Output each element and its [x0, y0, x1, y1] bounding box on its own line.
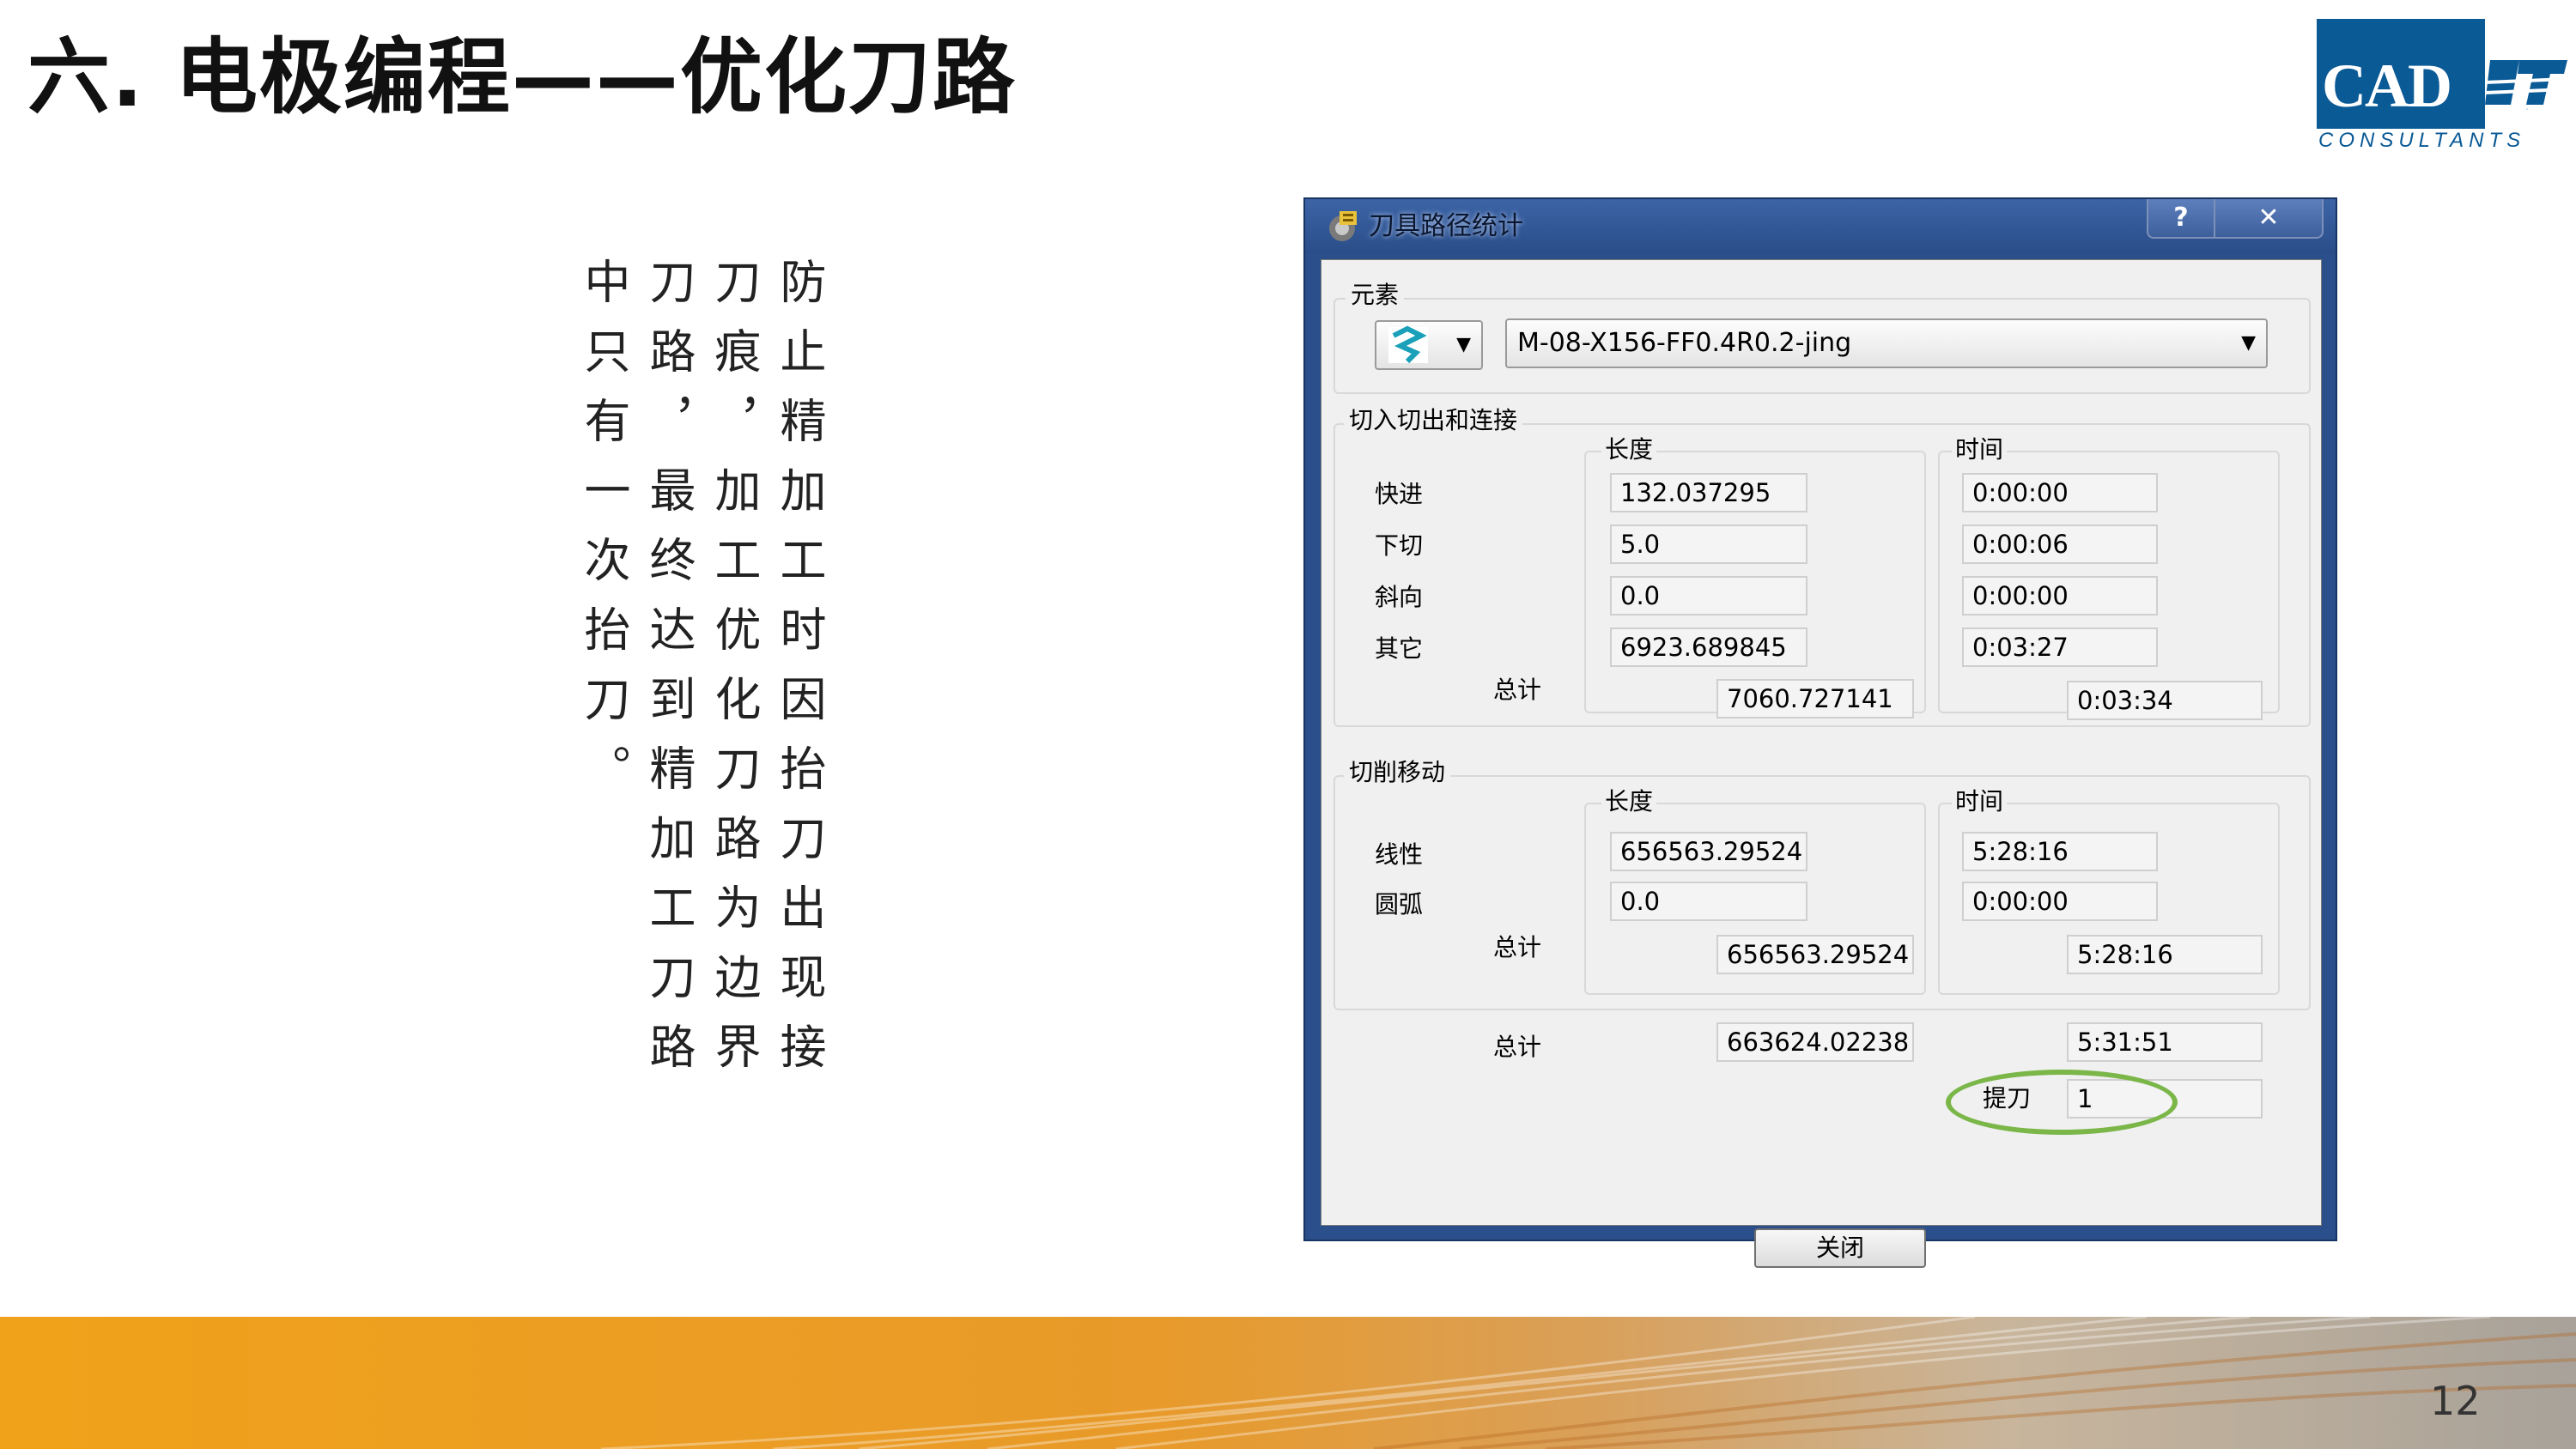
- dialog-title: 刀具路径统计: [1369, 211, 1523, 241]
- decorative-bottom-band: [0, 1317, 2576, 1449]
- ramp-time-field[interactable]: 0:00:00: [1962, 576, 2158, 615]
- chevron-down-icon: ▼: [2241, 332, 2256, 354]
- ramp-label: 斜向: [1375, 583, 1424, 611]
- cutting-time-header: 时间: [1952, 787, 2008, 816]
- grand-total-length-field[interactable]: 663624.02238: [1716, 1022, 1914, 1062]
- close-button[interactable]: 关闭: [1754, 1228, 1926, 1268]
- logo-suffix-mark: IT: [2485, 60, 2567, 111]
- page-number: 12: [2430, 1378, 2481, 1424]
- rapid-time-field[interactable]: 0:00:00: [1962, 473, 2158, 512]
- dialog-titlebar[interactable]: 刀具路径统计 ? ✕: [1305, 199, 2336, 254]
- arc-time-field[interactable]: 0:00:00: [1962, 882, 2158, 921]
- other-time-field[interactable]: 0:03:27: [1962, 627, 2158, 667]
- plunge-label: 下切: [1375, 531, 1424, 560]
- element-type-dropdown[interactable]: ▼: [1375, 320, 1483, 370]
- rapid-label: 快进: [1375, 480, 1424, 508]
- element-group-label: 元素: [1346, 281, 1405, 310]
- logo-suffix-text: IT: [2526, 109, 2529, 111]
- logo-main-text: CAD: [2322, 52, 2452, 120]
- rapid-length-field[interactable]: 132.037295: [1610, 473, 1807, 512]
- links-group-label: 切入切出和连接: [1344, 406, 1523, 435]
- element-select[interactable]: M-08-X156-FF0.4R0.2-jing ▼: [1505, 318, 2268, 368]
- element-select-value: M-08-X156-FF0.4R0.2-jing: [1517, 328, 1852, 358]
- links-total-label: 总计: [1493, 676, 1542, 704]
- slide-body-text: 防止精加工时因抬刀出现接刀痕，加工优化刀路为边界刀路，最终达到精加工刀路中只有一…: [576, 258, 826, 1092]
- cutting-total-label: 总计: [1493, 933, 1542, 961]
- cutting-group-label: 切削移动: [1344, 758, 1451, 787]
- links-length-header: 长度: [1601, 435, 1657, 464]
- arc-label: 圆弧: [1375, 890, 1424, 919]
- retracts-highlight-ellipse: [1946, 1070, 2178, 1135]
- grand-total-label: 总计: [1493, 1033, 1542, 1061]
- help-button[interactable]: ?: [2147, 199, 2215, 239]
- grand-total-time-field[interactable]: 5:31:51: [2067, 1022, 2263, 1062]
- other-length-field[interactable]: 6923.689845: [1610, 627, 1807, 667]
- cadit-logo: CAD IT CONSULTANTS: [2317, 19, 2567, 153]
- ramp-length-field[interactable]: 0.0: [1610, 576, 1807, 615]
- dialog-client: 元素 ▼ M-08-X156-FF0.4R0.2-jing ▼ 切入切出和连接 …: [1321, 259, 2322, 1268]
- links-time-header: 时间: [1952, 435, 2008, 464]
- linear-label: 线性: [1375, 840, 1424, 869]
- close-icon[interactable]: ✕: [2214, 199, 2324, 239]
- cutting-length-header: 长度: [1601, 787, 1657, 816]
- toolpath-statistics-dialog: 刀具路径统计 ? ✕ 元素 ▼ M-08-X156-FF0.4R0.2-jing…: [1305, 199, 2336, 1268]
- other-label: 其它: [1375, 634, 1424, 663]
- plunge-length-field[interactable]: 5.0: [1610, 524, 1807, 564]
- arc-length-field[interactable]: 0.0: [1610, 882, 1807, 921]
- plunge-time-field[interactable]: 0:00:06: [1962, 524, 2158, 564]
- slide-title: 六. 电极编程——优化刀路: [27, 29, 1017, 125]
- links-total-time-field[interactable]: 0:03:34: [2067, 681, 2263, 720]
- cutting-total-time-field[interactable]: 5:28:16: [2067, 935, 2263, 974]
- linear-length-field[interactable]: 656563.29524: [1610, 832, 1807, 871]
- linear-time-field[interactable]: 5:28:16: [1962, 832, 2158, 871]
- toolpath-icon: [1388, 325, 1428, 364]
- cutting-total-length-field[interactable]: 656563.29524: [1716, 935, 1914, 974]
- chevron-down-icon: ▼: [1456, 334, 1471, 355]
- logo-box: CAD: [2317, 19, 2485, 129]
- app-icon: [1329, 211, 1357, 241]
- links-total-length-field[interactable]: 7060.727141: [1716, 679, 1914, 718]
- logo-subtitle: CONSULTANTS: [2318, 129, 2526, 152]
